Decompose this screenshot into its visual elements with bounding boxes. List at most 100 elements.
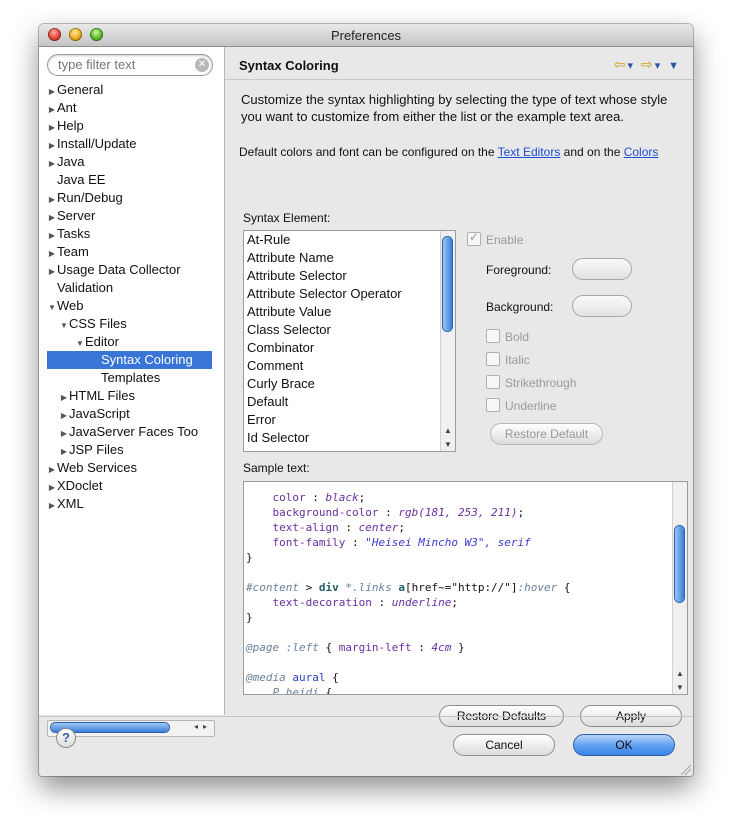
forward-arrow-icon[interactable]: ⇨	[641, 56, 655, 72]
underline-checkbox[interactable]: Underline	[486, 398, 556, 413]
expanded-arrow-icon[interactable]: ▼	[47, 299, 57, 317]
tree-item[interactable]: ▶ Help	[47, 117, 84, 135]
background-color-button[interactable]	[572, 295, 632, 317]
text-editors-link[interactable]: Text Editors	[498, 145, 561, 159]
forward-menu-icon[interactable]: ▾	[655, 60, 663, 72]
bold-label: Bold	[505, 330, 530, 344]
scrollbar-thumb[interactable]	[675, 526, 684, 602]
tree-item[interactable]: ▶ JSP Files	[59, 441, 124, 459]
collapsed-arrow-icon[interactable]: ▶	[47, 497, 57, 515]
restore-default-button[interactable]: Restore Default	[490, 423, 603, 445]
back-arrow-icon[interactable]: ⇦	[614, 56, 628, 72]
sample-text-scrollbar[interactable]: ▲ ▼	[672, 482, 687, 694]
tree-item[interactable]: ▶ Install/Update	[47, 135, 137, 153]
combinator: >	[305, 581, 313, 594]
tree-item[interactable]: ▶ JavaServer Faces Too	[59, 423, 198, 441]
enable-label: Enable	[486, 233, 524, 247]
checkbox-icon[interactable]	[486, 375, 500, 389]
syntax-element-item[interactable]: Comment	[244, 357, 455, 375]
syntax-element-item[interactable]: Attribute Selector Operator	[244, 285, 455, 303]
tree-item-label: Editor	[85, 334, 119, 349]
filter-field[interactable]: ✕	[47, 54, 213, 76]
tree-item[interactable]: ▶ HTML Files	[59, 387, 135, 405]
code-line: @media aural {	[246, 671, 339, 684]
scroll-up-icon[interactable]: ▲	[441, 426, 455, 435]
tree-item[interactable]: ▶ Web Services	[47, 459, 137, 477]
scrollbar-thumb[interactable]	[443, 237, 452, 331]
checkbox-icon[interactable]	[467, 230, 481, 246]
tree-item[interactable]: ▶ Java	[47, 153, 85, 171]
syntax-element-item[interactable]: Curly Brace	[244, 375, 455, 393]
checkbox-icon[interactable]	[486, 398, 500, 412]
page-description: Customize the syntax highlighting by sel…	[241, 92, 668, 124]
italic-checkbox[interactable]: Italic	[486, 352, 530, 367]
tree-item[interactable]: Templates	[91, 369, 160, 387]
title-bar[interactable]: Preferences	[39, 24, 693, 47]
defaults-note-text: Default colors and font can be configure…	[239, 145, 498, 159]
colors-link[interactable]: Colors	[624, 145, 659, 159]
tree-item-label: Tasks	[57, 226, 91, 241]
tree-item[interactable]: ▶ General	[47, 81, 103, 99]
tree-item-label: Help	[57, 118, 84, 133]
code-line: @page :left { margin-left : 4cm }	[246, 641, 465, 654]
code-line: color : black;	[272, 491, 366, 504]
foreground-color-button[interactable]	[572, 258, 632, 280]
filter-input[interactable]	[58, 57, 188, 72]
bold-checkbox[interactable]: Bold	[486, 329, 529, 344]
tree-item[interactable]: ▼Web	[47, 297, 83, 317]
tree-item[interactable]: ▶ Usage Data Collector	[47, 261, 181, 279]
back-menu-icon[interactable]: ▾	[628, 60, 636, 72]
strikethrough-checkbox[interactable]: Strikethrough	[486, 375, 576, 390]
syntax-element-list[interactable]: At-Rule Attribute Name Attribute Selector A…	[243, 230, 456, 452]
tree-item[interactable]: Java EE	[47, 171, 105, 189]
scroll-up-icon[interactable]: ▲	[673, 669, 687, 678]
tree-item-label: Syntax Coloring	[101, 352, 193, 367]
scroll-down-icon[interactable]: ▼	[673, 683, 687, 692]
view-menu-icon[interactable]: ▼	[668, 60, 681, 72]
scroll-down-icon[interactable]: ▼	[441, 440, 455, 449]
syntax-coloring-page: Syntax Coloring ⇦▾ ⇨▾ ▼ Customize the sy…	[225, 47, 693, 727]
clear-filter-icon[interactable]: ✕	[195, 58, 209, 72]
resize-grip-icon[interactable]	[681, 765, 691, 775]
sample-text-area[interactable]: color : black; background-color : rgb(18…	[243, 481, 688, 695]
tree-item[interactable]: ▶ XML	[47, 495, 84, 513]
checkbox-icon[interactable]	[486, 352, 500, 366]
enable-checkbox[interactable]: Enable	[467, 230, 524, 247]
syntax-element-item[interactable]: Id Selector	[244, 429, 455, 447]
tree-item-label: Validation	[57, 280, 114, 295]
syntax-element-item[interactable]: Attribute Value	[244, 303, 455, 321]
defaults-note: Default colors and font can be configure…	[239, 145, 689, 159]
css-value: center	[358, 521, 399, 534]
dialog-button-bar: ? Cancel OK	[39, 716, 693, 776]
tree-item[interactable]: Validation	[47, 279, 113, 297]
tree-item[interactable]: ▼CSS Files	[59, 315, 127, 333]
syntax-list-scrollbar[interactable]: ▲ ▼	[440, 231, 455, 451]
tree-item[interactable]: ▶ Tasks	[47, 225, 90, 243]
tree-item[interactable]: ▶ XDoclet	[47, 477, 103, 495]
ok-button[interactable]: OK	[573, 734, 675, 756]
syntax-element-item[interactable]: Attribute Selector	[244, 267, 455, 285]
checkbox-icon[interactable]	[486, 329, 500, 343]
tree-item[interactable]: Syntax Coloring	[47, 351, 212, 369]
tree-item[interactable]: ▶ Team	[47, 243, 89, 261]
strikethrough-label: Strikethrough	[505, 376, 577, 390]
expanded-arrow-icon[interactable]: ▼	[59, 317, 69, 335]
tree-item[interactable]: ▶ Server	[47, 207, 95, 225]
tree-item[interactable]: ▶ Run/Debug	[47, 189, 123, 207]
page-title: Syntax Coloring	[239, 58, 339, 73]
syntax-element-item[interactable]: Default	[244, 393, 455, 411]
syntax-element-item[interactable]: Error	[244, 411, 455, 429]
cancel-button[interactable]: Cancel	[453, 734, 555, 756]
tree-item[interactable]: ▶ Ant	[47, 99, 77, 117]
syntax-element-item[interactable]: Class Selector	[244, 321, 455, 339]
syntax-element-item[interactable]: Combinator	[244, 339, 455, 357]
tree-item[interactable]: ▶ JavaScript	[59, 405, 130, 423]
foreground-label: Foreground:	[486, 263, 552, 277]
sample-code: color : black; background-color : rgb(18…	[244, 482, 674, 694]
syntax-element-item[interactable]: At-Rule	[244, 231, 455, 249]
syntax-element-item[interactable]: Attribute Name	[244, 249, 455, 267]
tree-item[interactable]: ▼Editor	[75, 333, 119, 351]
at-rule: @media	[246, 671, 286, 684]
help-icon[interactable]: ?	[56, 728, 76, 748]
code-line: #content > div *.links a[href~="http://"…	[246, 581, 571, 594]
